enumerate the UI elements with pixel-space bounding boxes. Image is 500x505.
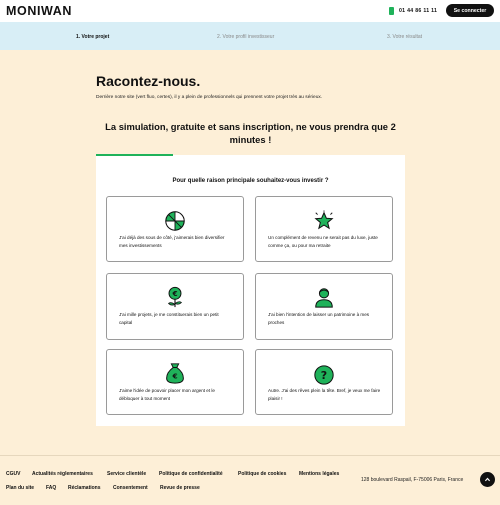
footer-link-legal-notice[interactable]: Mentions légales — [299, 471, 339, 477]
step-progress-bar: 1. Votre projet 2. Votre profil investis… — [0, 22, 500, 50]
option-text: J'ai mille projets, je me constituerais … — [119, 312, 219, 325]
page-title: Racontez-nous. — [96, 73, 201, 89]
diversify-pie-icon — [165, 211, 185, 231]
phone-icon — [389, 7, 394, 15]
step-result: 3. Votre résultat — [387, 34, 423, 40]
footer-link-privacy-policy[interactable]: Politique de confidentialité — [159, 471, 223, 477]
euro-bag-icon: € — [166, 363, 184, 384]
step-investor-profile: 2. Votre profil investisseur — [217, 34, 275, 40]
svg-text:€: € — [171, 372, 177, 381]
option-text: Un complément de revenu ne serait pas du… — [268, 235, 378, 248]
logo[interactable]: MONIWAN — [6, 4, 72, 18]
chevron-up-icon — [484, 477, 491, 482]
euro-plant-icon: € — [167, 286, 183, 308]
step-project: 1. Votre projet — [76, 34, 110, 40]
headline: La simulation, gratuite et sans inscript… — [105, 121, 396, 145]
intro-text: Derrière notre site (vert fluo, certes),… — [96, 95, 323, 100]
top-header: MONIWAN 01 44 86 11 11 Se connecter — [0, 0, 500, 22]
option-build-capital[interactable]: € J'ai mille projets, je me constituerai… — [106, 273, 244, 340]
footer-link-complaints[interactable]: Réclamations — [68, 485, 101, 491]
question-title: Pour quelle raison principale souhaitez-… — [172, 178, 329, 184]
svg-text:?: ? — [321, 369, 327, 382]
option-liquidity[interactable]: € J'aime l'idée de pouvoir placer mon ar… — [106, 349, 244, 415]
option-legacy[interactable]: J'ai bien l'intention de laisser un patr… — [255, 273, 393, 340]
phone-contact[interactable]: 01 44 86 11 11 — [389, 7, 437, 15]
option-text: J'ai déjà des sous de côté, j'aimerais b… — [119, 235, 225, 248]
footer-link-customer-service[interactable]: Service clientèle — [107, 471, 146, 477]
scroll-to-top-button[interactable] — [480, 472, 495, 487]
option-other[interactable]: ? Autre. J'ai des rêves plein la tête. B… — [255, 349, 393, 415]
option-extra-income[interactable]: Un complément de revenu ne serait pas du… — [255, 196, 393, 262]
footer-link-cguv[interactable]: CGUV — [6, 471, 20, 477]
option-text: Autre. J'ai des rêves plein la tête. Bre… — [268, 388, 381, 401]
question-mark-icon: ? — [314, 365, 334, 385]
footer-link-press-review[interactable]: Revue de presse — [160, 485, 200, 491]
option-text: J'aime l'idée de pouvoir placer mon arge… — [119, 388, 215, 401]
footer-link-cookie-policy[interactable]: Politique de cookies — [238, 471, 286, 477]
phone-number[interactable]: 01 44 86 11 11 — [399, 8, 437, 14]
footer-link-sitemap[interactable]: Plan du site — [6, 485, 34, 491]
footer-link-faq[interactable]: FAQ — [46, 485, 56, 491]
login-button[interactable]: Se connecter — [446, 4, 494, 17]
star-income-icon — [314, 210, 334, 230]
option-text: J'ai bien l'intention de laisser un patr… — [268, 312, 370, 325]
svg-text:€: € — [171, 289, 177, 298]
company-address: 128 boulevard Raspail, F-75006 Paris, Fr… — [361, 477, 464, 483]
footer-link-regulatory-news[interactable]: Actualités réglementaires — [32, 471, 93, 477]
option-diversify[interactable]: J'ai déjà des sous de côté, j'aimerais b… — [106, 196, 244, 262]
footer-link-consent[interactable]: Consentement — [113, 485, 148, 491]
heir-person-icon — [315, 288, 333, 308]
question-progress-bar — [96, 154, 173, 156]
